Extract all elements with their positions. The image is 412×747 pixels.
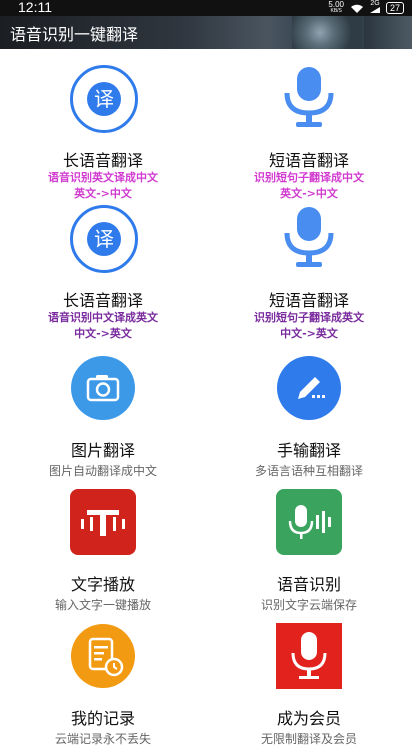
feature-desc: 图片自动翻译成中文 [48,464,157,478]
feature-title: 语音识别 [276,575,341,594]
feature-desc: 云端记录永不丢失 [54,732,151,746]
feature-text-play[interactable]: 文字播放 输入文字一键播放 [0,489,206,619]
network-speed-unit: KB/S [330,8,342,14]
signal-indicator: 2G [369,0,380,15]
feature-short-voice-en-zh[interactable]: 短语音翻译 识别短句子翻译成中文 英文->中文 [206,65,412,200]
feature-my-records[interactable]: 我的记录 云端记录永不丢失 [0,623,206,746]
feature-desc: 语音识别中文译成英文 中文->英文 [0,310,206,342]
status-bar: 12:11 5.00 KB/S 2G 27 [0,0,412,16]
feature-title: 长语音翻译 [62,291,143,310]
feature-title: 长语音翻译 [62,151,143,170]
feature-long-voice-en-zh[interactable]: 译 长语音翻译 语音识别英文译成中文 英文->中文 [0,65,206,200]
signal-icon [369,7,380,13]
feature-desc-line1: 识别短句子翻译成英文 [254,311,364,324]
feature-title: 我的记录 [70,709,135,728]
feature-desc: 识别文字云端保存 [260,598,357,612]
feature-title: 图片翻译 [70,441,135,460]
translate-circle-icon: 译 [70,205,138,273]
feature-desc-line2: 英文->中文 [280,187,338,200]
feature-long-voice-zh-en[interactable]: 译 长语音翻译 语音识别中文译成英文 中文->英文 [0,205,206,340]
feature-desc-line2: 中文->英文 [280,327,338,340]
feature-desc: 识别短句子翻译成英文 中文->英文 [206,310,412,342]
app-title: 语音识别一键翻译 [10,25,139,44]
feature-membership[interactable]: 成为会员 无限制翻译及会员 [206,623,412,746]
pencil-icon [277,356,341,420]
feature-desc-line1: 语音识别中文译成英文 [48,311,158,324]
feature-desc-line2: 中文->英文 [74,327,132,340]
header-decoration-right [364,16,412,49]
feature-desc: 多语言语种互相翻译 [254,464,363,478]
feature-title: 短语音翻译 [268,291,349,310]
status-time: 12:11 [18,0,52,15]
feature-short-voice-zh-en[interactable]: 短语音翻译 识别短句子翻译成英文 中文->英文 [206,205,412,340]
header-decoration [292,16,362,49]
microphone-icon [284,67,334,127]
feature-desc: 无限制翻译及会员 [260,732,357,746]
feature-desc-line2: 英文->中文 [74,187,132,200]
text-to-speech-icon [70,489,136,555]
network-speed-value: 5.00 [328,0,344,9]
translate-circle-icon: 译 [70,65,138,133]
red-microphone-icon [276,623,342,689]
feature-manual-translate[interactable]: 手输翻译 多语言语种互相翻译 [206,355,412,485]
feature-title: 手输翻译 [276,441,341,460]
battery-icon: 27 [385,2,404,14]
wifi-icon [350,4,363,13]
voice-wave-mic-icon [276,489,342,555]
feature-title: 文字播放 [70,575,135,594]
microphone-icon [284,207,334,267]
feature-desc-line1: 语音识别英文译成中文 [48,171,158,184]
record-clock-icon [71,624,135,688]
network-speed: 5.00 KB/S [328,1,344,15]
status-icons: 5.00 KB/S 2G 27 [328,0,404,16]
feature-voice-recognition[interactable]: 语音识别 识别文字云端保存 [206,489,412,619]
feature-desc: 输入文字一键播放 [54,598,151,612]
translate-glyph: 译 [87,222,121,256]
camera-icon [71,356,135,420]
feature-title: 短语音翻译 [268,151,349,170]
feature-image-translate[interactable]: 图片翻译 图片自动翻译成中文 [0,355,206,485]
translate-glyph: 译 [87,82,121,116]
feature-title: 成为会员 [276,709,341,728]
feature-desc: 识别短句子翻译成中文 英文->中文 [206,170,412,202]
feature-desc: 语音识别英文译成中文 英文->中文 [0,170,206,202]
feature-desc-line1: 识别短句子翻译成中文 [254,171,364,184]
app-bar: 语音识别一键翻译 [0,16,412,49]
